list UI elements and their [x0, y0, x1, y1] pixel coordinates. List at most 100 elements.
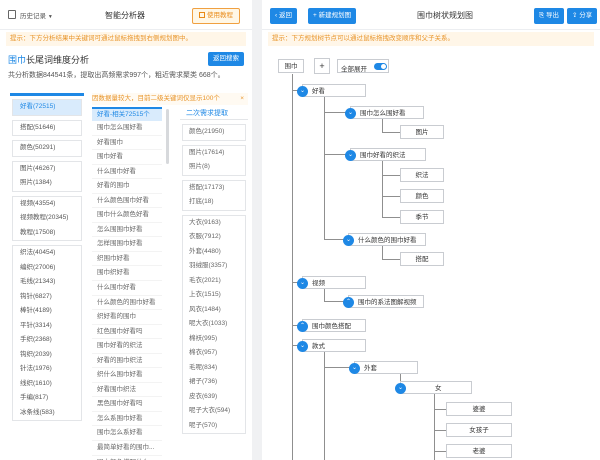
demand-item[interactable]: 裙子(736) — [183, 375, 245, 390]
expand-toggle[interactable] — [374, 63, 387, 70]
tree-leaf[interactable]: 季节 — [400, 210, 444, 224]
related-keyword-item[interactable]: 什么颜色围巾好看 — [92, 194, 162, 209]
related-keyword-item[interactable]: 织好看的围巾 — [92, 310, 162, 325]
related-keyword-item[interactable]: 围巾好看的织法 — [92, 339, 162, 354]
collapse-icon[interactable]: ⌄ — [349, 363, 360, 374]
related-keyword-item[interactable]: 红色围巾好看吗 — [92, 325, 162, 340]
tree-leaf[interactable]: 颜色 — [400, 189, 444, 203]
tree-node[interactable]: ⌄ 视频 — [297, 276, 366, 289]
tree-node[interactable]: ⌄ 围巾好看的织法 — [345, 148, 426, 161]
demand-item[interactable]: 羽绒服(3357) — [183, 259, 245, 274]
dimension-item[interactable]: 手编(817) — [13, 391, 81, 406]
expand-icon[interactable]: ⌃ — [343, 297, 354, 308]
demand-item[interactable]: 搭配(17173) — [183, 181, 245, 196]
dimension-item[interactable]: 织法(40454) — [13, 246, 81, 261]
demand-item[interactable]: 图片(17614) — [183, 146, 245, 161]
related-keyword-item[interactable]: 织围巾好看 — [92, 252, 162, 267]
share-button[interactable]: ⇪ 分享 — [567, 8, 598, 24]
dimension-item[interactable]: 照片(1384) — [13, 176, 81, 191]
related-keyword-item[interactable]: 围巾织好看 — [92, 266, 162, 282]
tree-node[interactable]: ⌄ 女 — [395, 381, 472, 394]
related-keyword-item[interactable]: 织什么围巾好看 — [92, 368, 162, 383]
dimension-item[interactable]: 钩织(2039) — [13, 348, 81, 363]
new-plan-button[interactable]: + 新建规划图 — [308, 8, 357, 24]
related-keyword-item[interactable]: 最简单好看的围巾... — [92, 441, 162, 456]
add-node-button[interactable]: + — [314, 58, 330, 74]
tree-leaf[interactable]: 织法 — [400, 168, 444, 182]
dimension-item[interactable]: 冰条线(583) — [13, 406, 81, 421]
tree-node[interactable]: ⌄ 款式 — [297, 339, 366, 352]
related-keyword-item[interactable]: 好看的围巾织法 — [92, 354, 162, 369]
related-keyword-item[interactable]: 怎么围围巾好看 — [92, 223, 162, 238]
collapse-icon[interactable]: ⌄ — [297, 278, 308, 289]
collapse-icon[interactable]: ⌄ — [343, 235, 354, 246]
tree-node[interactable]: ⌃ 围巾颜色搭配 — [297, 319, 366, 332]
history-dropdown[interactable]: 历史记录 ▼ — [20, 10, 53, 20]
related-keyword-item[interactable]: 好看围巾 — [92, 136, 162, 151]
related-keyword-item[interactable]: 围巾好看 — [92, 150, 162, 165]
dimension-item[interactable]: 颜色(50291) — [13, 141, 81, 156]
collapse-icon[interactable]: ⌄ — [345, 150, 356, 161]
dimension-item[interactable]: 搭配(51646) — [13, 121, 81, 136]
demand-item[interactable]: 呢子大衣(594) — [183, 404, 245, 419]
tree-root-node[interactable]: 围巾 — [278, 59, 304, 73]
close-icon[interactable]: × — [240, 93, 244, 105]
demand-item[interactable]: 风衣(1484) — [183, 303, 245, 318]
collapse-icon[interactable]: ⌄ — [345, 108, 356, 119]
dimension-item[interactable]: 教程(17508) — [13, 226, 81, 241]
related-keyword-item[interactable]: 黑色围巾好看吗 — [92, 397, 162, 412]
demand-item[interactable]: 呢子(570) — [183, 419, 245, 434]
history-icon[interactable] — [8, 10, 16, 19]
tree-leaf[interactable]: 婆婆 — [446, 402, 512, 416]
dimension-item[interactable]: 钩针(6827) — [13, 290, 81, 305]
tree-leaf[interactable]: 图片 — [400, 125, 444, 139]
tree-leaf[interactable]: 搭配 — [400, 252, 444, 266]
related-keyword-item[interactable]: 好看围巾织法 — [92, 383, 162, 398]
related-keyword-item[interactable]: 围巾颜色搭配什么... — [92, 456, 162, 460]
dimension-item[interactable]: 棒针(4189) — [13, 304, 81, 319]
demand-item[interactable]: 照片(8) — [183, 160, 245, 175]
tree-node[interactable]: ⌄ 好看 — [297, 84, 366, 97]
demand-item[interactable]: 棉袄(995) — [183, 332, 245, 347]
tutorial-button[interactable]: 使用教程 — [192, 8, 240, 24]
related-keyword-item[interactable]: 什么颜色的围巾好看 — [92, 296, 162, 311]
demand-item[interactable]: 毛衣(2021) — [183, 274, 245, 289]
related-keyword-item[interactable]: 围巾什么颜色好看 — [92, 208, 162, 223]
expand-icon[interactable]: ⌃ — [297, 321, 308, 332]
related-keyword-item[interactable]: 怎样围围巾好看 — [92, 237, 162, 252]
back-to-search-button[interactable]: 返回搜索 — [208, 52, 244, 66]
dimension-item[interactable]: 视频(43554) — [13, 197, 81, 212]
dimension-item[interactable]: 平针(3314) — [13, 319, 81, 334]
dimension-item[interactable]: 好看(72515) — [13, 100, 81, 115]
dimension-item[interactable]: 针法(1976) — [13, 362, 81, 377]
demand-item[interactable]: 上衣(1515) — [183, 288, 245, 303]
related-keyword-item[interactable]: 围巾怎么围好看 — [92, 121, 162, 136]
demand-item[interactable]: 毛呢(834) — [183, 361, 245, 376]
dimension-item[interactable]: 视频教程(20345) — [13, 211, 81, 226]
demand-item[interactable]: 颜色(21950) — [183, 125, 245, 140]
related-keyword-item[interactable]: 好看的围巾 — [92, 179, 162, 194]
demand-item[interactable]: 棉衣(957) — [183, 346, 245, 361]
demand-item[interactable]: 呢大衣(1033) — [183, 317, 245, 332]
demand-item[interactable]: 大衣(9163) — [183, 216, 245, 231]
collapse-icon[interactable]: ⌄ — [297, 341, 308, 352]
tree-node[interactable]: ⌃ 围巾的系法图解视频 — [343, 295, 424, 308]
dimension-item[interactable]: 毛线(21343) — [13, 275, 81, 290]
tree-node[interactable]: ⌄ 外套 — [349, 361, 418, 374]
demand-item[interactable]: 皮衣(639) — [183, 390, 245, 405]
tree-node[interactable]: ⌄ 围巾怎么围好看 — [345, 106, 424, 119]
demand-item[interactable]: 衣服(7912) — [183, 230, 245, 245]
related-keyword-item[interactable]: 什么围巾好看 — [92, 165, 162, 180]
collapse-icon[interactable]: ⌄ — [395, 383, 406, 394]
keyword-list-scrollbar[interactable] — [166, 109, 169, 164]
collapse-icon[interactable]: ⌄ — [297, 86, 308, 97]
demand-item[interactable]: 外套(4480) — [183, 245, 245, 260]
demand-item[interactable]: 打底(18) — [183, 195, 245, 210]
back-button[interactable]: ‹ 返回 — [270, 8, 297, 24]
related-keyword-item[interactable]: 围巾怎么系好看 — [92, 426, 162, 442]
expand-all-control[interactable]: 全部展开 — [337, 59, 389, 73]
dimension-item[interactable]: 线织(1610) — [13, 377, 81, 392]
export-button[interactable]: ⎘ 导出 — [534, 8, 565, 24]
dimension-item[interactable]: 图片(46267) — [13, 162, 81, 177]
tree-node[interactable]: ⌄ 什么颜色的围巾好看 — [343, 233, 426, 246]
